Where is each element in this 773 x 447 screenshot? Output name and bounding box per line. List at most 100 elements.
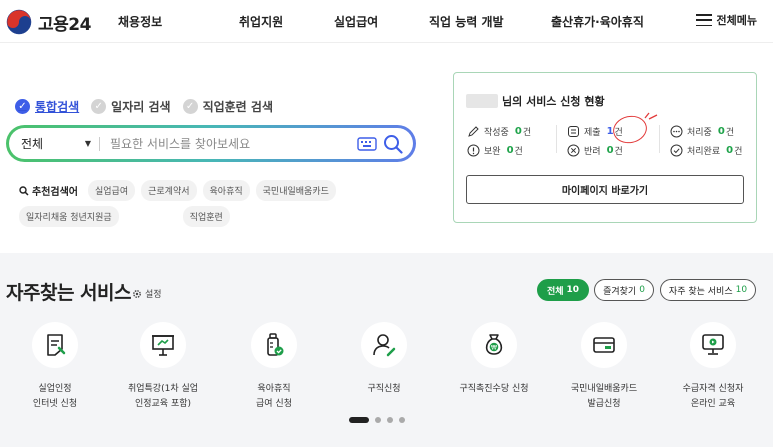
search-tabs: ✓ 통합검색 ✓ 일자리 검색 ✓ 직업훈련 검색 [15, 98, 273, 115]
pager-dot-active[interactable] [349, 417, 369, 423]
filter-count: 10 [566, 285, 580, 295]
filter-favorites[interactable]: 즐겨찾기 0 [594, 279, 654, 301]
service-item[interactable]: 수급자격 신청자 온라인 교육 [658, 322, 768, 412]
search-small-icon [19, 185, 29, 196]
nav-maternity-leave[interactable]: 출산휴가·육아휴직 [551, 13, 644, 30]
recommend-label-text: 추천검색어 [32, 187, 78, 198]
all-menu-label: 전체메뉴 [716, 14, 757, 27]
search-icon[interactable] [383, 134, 403, 154]
check-icon: ✓ [182, 99, 198, 114]
dropdown-arrow-icon: ▼ [84, 139, 91, 148]
search-input[interactable] [100, 136, 357, 151]
service-item[interactable]: 구직신청 [329, 322, 439, 397]
pager-dot[interactable] [387, 417, 393, 423]
divider [556, 125, 557, 153]
keyword-chip[interactable]: 직업훈련 [182, 206, 230, 227]
service-icon-circle [140, 322, 186, 368]
service-icon-circle [690, 322, 736, 368]
stat-completed[interactable]: 처리완료 0 건 [670, 144, 742, 157]
card-icon [593, 337, 615, 353]
check-circle-icon [670, 144, 683, 157]
search-scope-select[interactable]: 전체 ▼ [9, 135, 99, 152]
stat-label: 처리중 [687, 128, 712, 138]
stat-label: 반려 [584, 147, 601, 157]
service-label: 구직신청 [367, 384, 401, 394]
stat-label: 보완 [484, 147, 501, 157]
highlight-spark-icon [644, 112, 658, 120]
stat-count: 0 [717, 126, 725, 137]
service-item[interactable]: 실업인정 인터넷 신청 [0, 322, 110, 412]
service-icon-circle [32, 322, 78, 368]
dots-icon [670, 125, 683, 138]
setting-label: 설정 [145, 290, 162, 300]
service-label: 국민내일배움카드 발급신청 [570, 384, 638, 409]
pager-dot[interactable] [399, 417, 405, 423]
filter-count: 0 [639, 285, 645, 295]
all-menu-button[interactable]: 전체메뉴 [695, 12, 757, 28]
person-icon [373, 334, 396, 357]
service-icon-circle [361, 322, 407, 368]
nav-job-skills[interactable]: 직업 능력 개발 [429, 13, 504, 30]
stat-label: 제출 [584, 128, 601, 138]
filter-label: 자주 찾는 서비스 [668, 286, 733, 297]
service-item[interactable]: 국민내일배움카드 발급신청 [549, 322, 659, 412]
document-icon [568, 126, 579, 137]
service-label: 실업인정 인터넷 신청 [32, 384, 78, 409]
stat-unit: 건 [734, 147, 743, 157]
site-logo[interactable]: 고용24 [6, 9, 91, 35]
nav-job-info[interactable]: 채용정보 [118, 13, 162, 30]
stat-writing[interactable]: 작성중 0 건 [467, 125, 531, 138]
stat-supplement[interactable]: 보완 0 건 [467, 144, 523, 157]
top-header: 고용24 채용정보 취업지원 실업급여 직업 능력 개발 출산휴가·육아휴직 전… [0, 0, 773, 43]
tab-label: 일자리 검색 [111, 100, 171, 114]
tab-training-search[interactable]: ✓ 직업훈련 검색 [182, 98, 273, 115]
filter-all[interactable]: 전체 10 [537, 279, 589, 301]
stat-rejected[interactable]: 반려 0 건 [567, 144, 623, 157]
keyboard-icon[interactable] [357, 136, 377, 151]
logo-text: 고용24 [38, 14, 91, 35]
setting-button[interactable]: 설정 [132, 287, 162, 300]
stat-processing[interactable]: 처리중 0 건 [670, 125, 734, 138]
presentation-icon [152, 335, 174, 356]
mypage-button[interactable]: 마이페이지 바로가기 [466, 175, 744, 204]
keyword-chip[interactable]: 실업급여 [88, 180, 136, 201]
service-icon-circle [581, 322, 627, 368]
keyword-chip[interactable]: 국민내일배움카드 [255, 180, 336, 201]
status-title: 님의 서비스 신청 현황 [466, 93, 605, 109]
service-item[interactable]: 육아휴직 급여 신청 [219, 322, 329, 412]
pencil-icon [468, 126, 479, 137]
monitor-icon [702, 334, 724, 355]
pager-dot[interactable] [375, 417, 381, 423]
tab-label: 직업훈련 검색 [202, 100, 273, 114]
tab-integrated-search[interactable]: ✓ 통합검색 [15, 98, 79, 115]
stat-unit: 건 [522, 128, 532, 138]
stat-label: 작성중 [484, 128, 509, 138]
filter-label: 즐겨찾기 [603, 286, 637, 297]
service-icon-circle: ₩ [471, 322, 517, 368]
check-icon: ✓ [15, 99, 30, 114]
tab-label: 통합검색 [35, 100, 80, 114]
service-item[interactable]: 취업특강(1차 실업 인정교육 포함) [108, 322, 218, 412]
keyword-chip[interactable]: 일자리채움 청년지원금 [19, 206, 119, 227]
nav-employment-support[interactable]: 취업지원 [239, 13, 283, 30]
certificate-icon [47, 334, 66, 356]
stat-count: 0 [514, 126, 522, 137]
x-circle-icon [567, 144, 580, 157]
recommended-keywords: 추천검색어 실업급여 근로계약서 육아휴직 국민내일배움카드 일자리채움 청년지… [19, 180, 419, 227]
keyword-chip[interactable]: 근로계약서 [141, 180, 197, 201]
search-bar: 전체 ▼ [9, 128, 413, 159]
filter-frequent[interactable]: 자주 찾는 서비스 10 [660, 279, 756, 301]
filter-label: 전체 [546, 286, 564, 297]
stat-count: 0 [606, 145, 614, 156]
service-label: 육아휴직 급여 신청 [256, 384, 292, 409]
service-label: 취업특강(1차 실업 인정교육 포함) [127, 384, 199, 409]
user-name-masked [466, 94, 498, 108]
carousel-pager [349, 417, 405, 423]
tab-job-search[interactable]: ✓ 일자리 검색 [91, 98, 171, 115]
keyword-chip[interactable]: 육아휴직 [202, 180, 250, 201]
section-title: 자주찾는 서비스 [6, 282, 131, 304]
service-item[interactable]: ₩ 구직촉진수당 신청 [439, 322, 549, 397]
search-scope-value: 전체 [21, 137, 44, 151]
nav-unemployment-benefit[interactable]: 실업급여 [334, 13, 378, 30]
stat-unit: 건 [514, 147, 523, 157]
